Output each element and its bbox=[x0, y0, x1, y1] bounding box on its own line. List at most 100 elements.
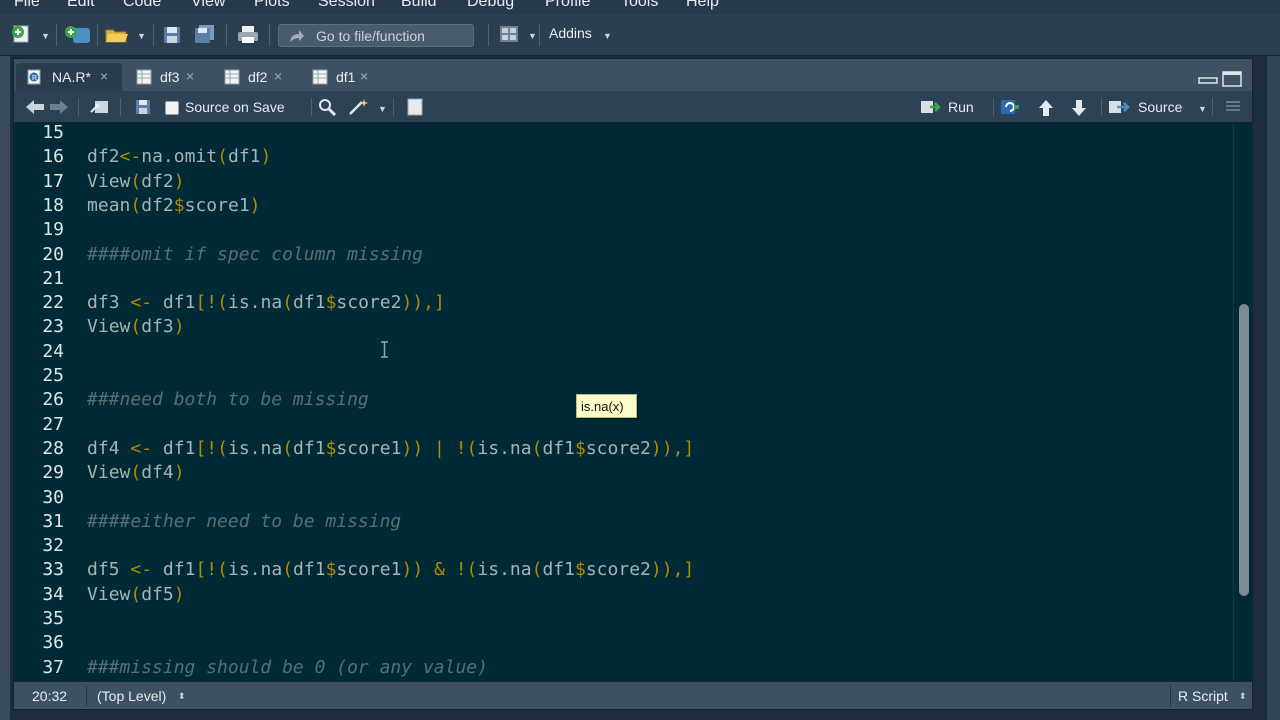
menu-edit[interactable]: Edit bbox=[67, 0, 95, 11]
forward-arrow-icon[interactable] bbox=[48, 98, 70, 116]
code-line[interactable]: mean(df2$score1) bbox=[87, 195, 261, 216]
line-number: 18 bbox=[42, 194, 64, 216]
arrow-up-icon[interactable] bbox=[1037, 98, 1055, 118]
code-line[interactable]: ###missing should be 0 (or any value) bbox=[87, 657, 488, 678]
save-icon[interactable] bbox=[163, 23, 181, 45]
save-all-icon[interactable] bbox=[194, 23, 216, 45]
tab-df1[interactable]: df1 × bbox=[308, 63, 388, 91]
tab-label: df1 bbox=[336, 69, 356, 85]
tab-df3[interactable]: df3 × bbox=[132, 63, 212, 91]
menu-file[interactable]: File bbox=[14, 0, 40, 11]
show-in-window-icon[interactable] bbox=[90, 98, 110, 116]
menu-view[interactable]: View bbox=[191, 0, 225, 11]
menu-bar: File Edit Code View Plots Session Build … bbox=[0, 0, 1280, 14]
scrollbar-thumb[interactable] bbox=[1239, 304, 1249, 596]
tab-label: df2 bbox=[248, 69, 268, 85]
close-icon[interactable]: × bbox=[274, 68, 282, 84]
code-line[interactable]: View(df5) bbox=[87, 584, 185, 605]
code-line[interactable]: ####either need to be missing bbox=[87, 511, 401, 532]
search-icon[interactable] bbox=[317, 98, 337, 116]
chevron-updown-icon[interactable]: ⬍ bbox=[178, 691, 186, 702]
code-line[interactable]: df5 <- df1[!(is.na(df1$score1)) & !(is.n… bbox=[87, 559, 694, 580]
toolbar-divider bbox=[97, 24, 98, 46]
code-line[interactable]: ####omit if spec column missing bbox=[87, 244, 423, 265]
menu-build[interactable]: Build bbox=[401, 0, 437, 11]
r-script-icon: R bbox=[27, 69, 41, 85]
function-tooltip: is.na(x) bbox=[576, 394, 637, 418]
menu-help[interactable]: Help bbox=[686, 0, 719, 11]
vertical-scrollbar[interactable] bbox=[1233, 123, 1252, 681]
line-number: 26 bbox=[42, 389, 64, 411]
source-on-save-checkbox[interactable] bbox=[165, 101, 179, 115]
save-icon[interactable] bbox=[135, 98, 151, 116]
menu-debug[interactable]: Debug bbox=[467, 0, 514, 11]
new-file-icon[interactable] bbox=[10, 23, 34, 45]
editor-status-bar: 20:32 (Top Level) ⬍ R Script ⬍ bbox=[14, 681, 1252, 709]
arrow-down-icon[interactable] bbox=[1070, 98, 1088, 118]
close-icon[interactable]: × bbox=[360, 68, 368, 84]
menu-session[interactable]: Session bbox=[318, 0, 375, 11]
maximize-pane-icon[interactable] bbox=[1222, 71, 1242, 87]
file-type-selector[interactable]: R Script bbox=[1178, 688, 1228, 704]
addins-menu[interactable]: Addins bbox=[549, 25, 592, 41]
minimize-pane-icon[interactable] bbox=[1198, 71, 1218, 85]
toolbar-divider bbox=[311, 98, 312, 116]
run-button[interactable]: Run bbox=[948, 99, 974, 115]
compile-report-icon[interactable] bbox=[406, 98, 424, 116]
chevron-down-icon[interactable]: ▼ bbox=[1198, 104, 1207, 114]
pane-layout-icon[interactable] bbox=[499, 23, 519, 45]
line-number: 36 bbox=[42, 632, 64, 654]
code-line[interactable]: View(df4) bbox=[87, 462, 185, 483]
close-icon[interactable]: × bbox=[186, 68, 194, 84]
chevron-down-icon[interactable]: ▼ bbox=[528, 31, 537, 41]
run-icon[interactable] bbox=[920, 98, 940, 116]
toolbar-divider bbox=[393, 98, 394, 116]
print-icon[interactable] bbox=[236, 23, 260, 45]
code-line[interactable]: df3 <- df1[!(is.na(df1$score2)),] bbox=[87, 292, 445, 313]
new-project-icon[interactable] bbox=[62, 23, 92, 45]
tab-df2[interactable]: df2 × bbox=[220, 63, 300, 91]
go-to-file-input[interactable]: Go to file/function bbox=[278, 24, 474, 47]
code-line[interactable]: View(df3) bbox=[87, 316, 185, 337]
menu-plots[interactable]: Plots bbox=[254, 0, 290, 11]
tab-na-r[interactable]: R NA.R* × bbox=[16, 63, 122, 91]
close-icon[interactable]: × bbox=[100, 68, 108, 84]
right-pane-edge[interactable] bbox=[1266, 56, 1280, 720]
text-cursor-icon bbox=[381, 341, 388, 358]
line-number: 32 bbox=[42, 535, 64, 557]
line-number: 24 bbox=[42, 340, 64, 362]
open-folder-icon[interactable] bbox=[104, 23, 130, 45]
code-line[interactable]: View(df2) bbox=[87, 171, 185, 192]
menu-code[interactable]: Code bbox=[123, 0, 161, 11]
source-button[interactable]: Source bbox=[1138, 99, 1182, 115]
toolbar-divider bbox=[226, 24, 227, 46]
source-icon[interactable] bbox=[1108, 98, 1130, 116]
line-number: 28 bbox=[42, 437, 64, 459]
chevron-updown-icon[interactable]: ⬍ bbox=[1239, 691, 1247, 702]
toolbar-divider bbox=[153, 24, 154, 46]
line-number: 20 bbox=[42, 243, 64, 265]
line-number: 19 bbox=[42, 219, 64, 241]
tab-label: NA.R* bbox=[52, 69, 91, 85]
menu-tools[interactable]: Tools bbox=[621, 0, 658, 11]
chevron-down-icon[interactable]: ▼ bbox=[378, 104, 387, 114]
main-toolbar: ▼ ▼ Go to file/function ▼ Addins ▼ bbox=[0, 14, 1280, 56]
code-line[interactable]: df2<-na.omit(df1) bbox=[87, 146, 271, 167]
chevron-down-icon[interactable]: ▼ bbox=[137, 31, 146, 41]
code-line[interactable]: ###need both to be missing bbox=[87, 389, 369, 410]
status-divider bbox=[86, 686, 87, 706]
back-arrow-icon[interactable] bbox=[24, 98, 46, 116]
scope-selector[interactable]: (Top Level) bbox=[97, 688, 166, 704]
chevron-down-icon[interactable]: ▼ bbox=[41, 31, 50, 41]
editor-toolbar: Source on Save ▼ Run Source ▼ bbox=[14, 91, 1252, 123]
menu-profile[interactable]: Profile bbox=[545, 0, 590, 11]
outline-icon[interactable] bbox=[1224, 98, 1242, 116]
chevron-down-icon[interactable]: ▼ bbox=[603, 31, 612, 41]
code-line[interactable]: df4 <- df1[!(is.na(df1$score1)) | !(is.n… bbox=[87, 438, 694, 459]
code-tools-wand-icon[interactable] bbox=[347, 98, 371, 116]
line-number: 34 bbox=[42, 583, 64, 605]
rerun-icon[interactable] bbox=[1000, 98, 1020, 116]
source-on-save-label: Source on Save bbox=[185, 99, 285, 115]
line-number: 23 bbox=[42, 316, 64, 338]
line-number: 21 bbox=[42, 267, 64, 289]
